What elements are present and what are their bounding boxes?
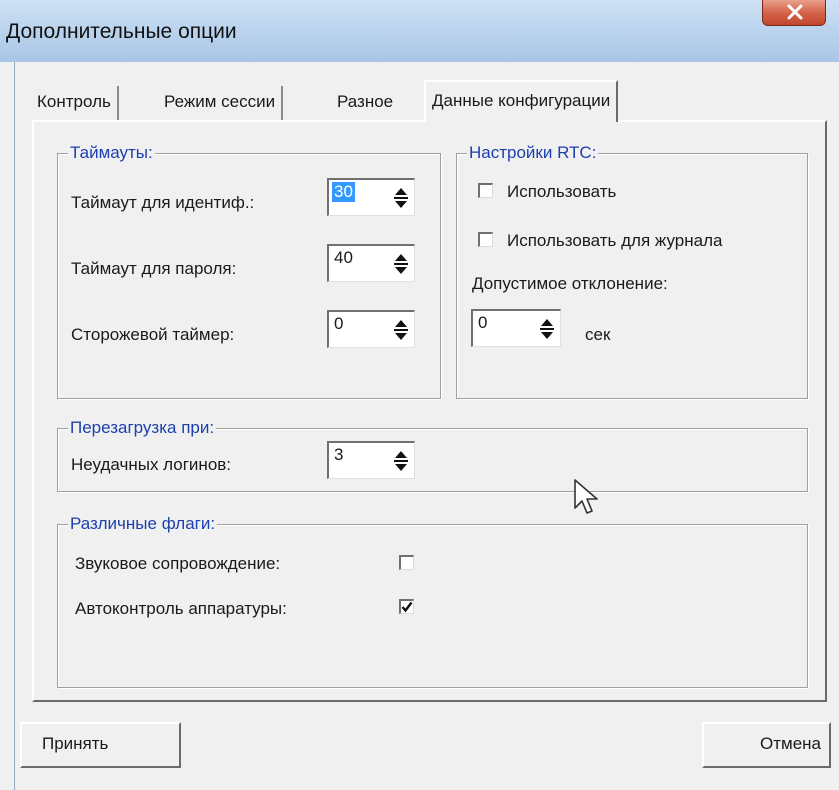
spin-arrows-icon[interactable] <box>390 182 412 214</box>
spin-arrows-icon[interactable] <box>390 314 412 346</box>
failed-logins-value[interactable]: 3 <box>332 445 345 465</box>
checkmark-icon <box>401 601 413 613</box>
reboot-group-title: Перезагрузка при: <box>68 417 217 439</box>
password-timeout-spinner[interactable]: 40 <box>327 244 415 282</box>
rtc-use-journal-label[interactable]: Использовать для журнала <box>507 230 722 252</box>
rtc-tolerance-unit: сек <box>585 325 611 344</box>
spin-arrows-icon[interactable] <box>536 313 558 345</box>
rtc-use-label[interactable]: Использовать <box>507 181 616 203</box>
watchdog-label: Сторожевой таймер: <box>71 325 235 344</box>
failed-logins-label: Неудачных логинов: <box>71 455 232 474</box>
ident-timeout-label: Таймаут для идентиф.: <box>71 193 255 212</box>
dialog-window: Дополнительные опции Контроль Режим сесс… <box>0 0 839 790</box>
close-button[interactable] <box>762 0 826 26</box>
rtc-tolerance-label: Допустимое отклонение: <box>472 274 668 293</box>
rtc-tolerance-spinner[interactable]: 0 <box>471 309 561 347</box>
autocontrol-checkbox[interactable] <box>399 599 414 614</box>
mouse-cursor-icon <box>574 479 598 514</box>
failed-logins-spinner[interactable]: 3 <box>327 441 415 479</box>
password-timeout-value[interactable]: 40 <box>332 248 355 268</box>
spin-arrows-icon[interactable] <box>390 445 412 477</box>
autocontrol-label: Автоконтроль аппаратуры: <box>75 599 287 618</box>
ident-timeout-value[interactable]: 30 <box>332 182 355 202</box>
tab-config-data[interactable]: Данные конфигурации <box>424 80 619 122</box>
flags-group-title: Различные флаги: <box>68 513 218 535</box>
tab-control[interactable]: Контроль <box>31 86 119 120</box>
watchdog-value[interactable]: 0 <box>332 314 345 334</box>
ident-timeout-spinner[interactable]: 30 <box>327 178 415 216</box>
rtc-use-journal-checkbox[interactable] <box>478 232 493 247</box>
sound-label: Звуковое сопровождение: <box>75 554 281 573</box>
rtc-tolerance-value[interactable]: 0 <box>476 313 489 333</box>
close-x-icon <box>787 4 803 20</box>
rtc-use-checkbox[interactable] <box>478 183 493 198</box>
tab-session-mode[interactable]: Режим сессии <box>158 86 284 120</box>
accept-button[interactable]: Принять <box>20 722 181 768</box>
tab-misc[interactable]: Разное <box>331 86 399 120</box>
timeouts-group-title: Таймауты: <box>68 142 155 164</box>
password-timeout-label: Таймаут для пароля: <box>71 259 237 278</box>
cancel-button[interactable]: Отмена <box>702 722 831 768</box>
sound-checkbox[interactable] <box>399 555 414 570</box>
rtc-group-title: Настройки RTC: <box>467 142 599 164</box>
window-title: Дополнительные опции <box>6 20 237 43</box>
title-bar[interactable]: Дополнительные опции <box>0 0 839 62</box>
watchdog-spinner[interactable]: 0 <box>327 310 415 348</box>
spin-arrows-icon[interactable] <box>390 248 412 280</box>
